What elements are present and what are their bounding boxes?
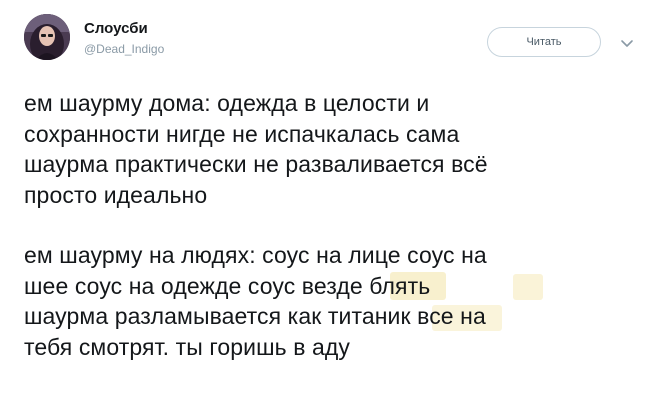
tweet-line: шее соус на одежде соус везде блять bbox=[24, 272, 431, 299]
tweet-paragraph: ем шаурму дома: одежда в целости и сохра… bbox=[24, 88, 644, 210]
tweet-line: сохранности нигде не испачкалась сама bbox=[24, 120, 460, 147]
chevron-down-icon bbox=[621, 40, 633, 47]
tweet-line: ем шаурму на людях: соус на лице соус на bbox=[24, 242, 487, 268]
tweet-card: Слоусби @Dead_Indigo Читать ем шаурму до… bbox=[0, 0, 664, 419]
author-info: Слоусби @Dead_Indigo bbox=[84, 20, 164, 57]
tweet-line: шаурма практически не разваливается всё bbox=[24, 151, 488, 177]
tweet-paragraph: ем шаурму на людях: соус на лице соус на… bbox=[24, 240, 644, 362]
tweet-line: просто идеально bbox=[24, 181, 208, 208]
more-options-button[interactable] bbox=[620, 36, 634, 47]
follow-button[interactable]: Читать bbox=[487, 27, 601, 57]
author-display-name[interactable]: Слоусби bbox=[84, 20, 164, 38]
avatar[interactable] bbox=[24, 14, 70, 60]
tweet-line: тебя смотрят. ты горишь в аду bbox=[24, 333, 351, 360]
tweet-text: ем шаурму дома: одежда в целости и сохра… bbox=[24, 88, 644, 362]
profile-photo-icon bbox=[24, 14, 70, 60]
author-handle[interactable]: @Dead_Indigo bbox=[84, 41, 164, 57]
tweet-line: шаурма разламывается как титаник все на bbox=[24, 303, 486, 329]
tweet-line: ем шаурму дома: одежда в целости и bbox=[24, 90, 430, 116]
